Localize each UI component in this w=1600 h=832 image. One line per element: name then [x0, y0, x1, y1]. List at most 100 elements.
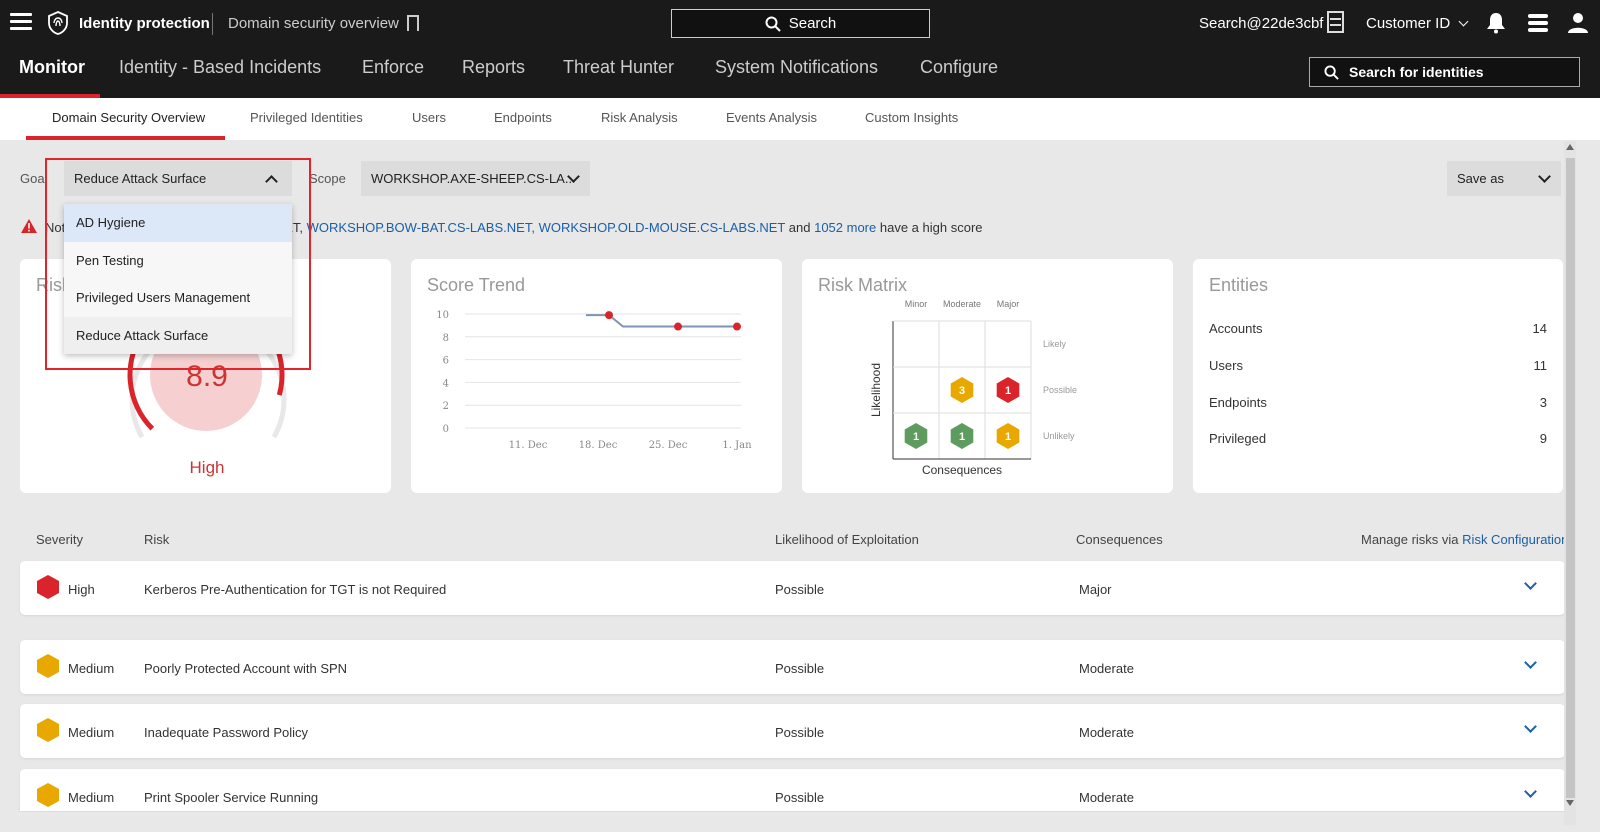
hamburger-menu-icon[interactable] — [10, 13, 32, 34]
nav-reports[interactable]: Reports — [462, 57, 525, 78]
risk-name: Kerberos Pre-Authentication for TGT is n… — [144, 582, 447, 597]
more-domains-link[interactable]: 1052 more — [814, 220, 876, 235]
risk-configuration-link[interactable]: Risk Configuration — [1462, 532, 1568, 547]
trend-y-tick: 0 — [443, 424, 449, 435]
server-icon[interactable] — [1327, 11, 1344, 33]
app-title: Identity protection — [79, 15, 210, 32]
breadcrumb: Domain security overview — [228, 15, 399, 32]
likelihood-value: Possible — [775, 661, 825, 676]
nav-monitor[interactable]: Monitor — [19, 57, 85, 78]
user-profile-icon[interactable] — [1567, 12, 1589, 34]
list-icon[interactable] — [1527, 13, 1549, 33]
save-as-label: Save as — [1457, 171, 1504, 186]
scrollbar-thumb[interactable] — [1566, 158, 1575, 798]
global-search-button[interactable]: Search — [671, 9, 930, 38]
matrix-column-label: Minor — [905, 299, 928, 309]
manage-risks-prefix: Manage risks via — [1361, 532, 1459, 547]
matrix-cell-count: 3 — [959, 385, 965, 397]
consequence-value: Moderate — [1079, 790, 1134, 805]
bookmark-icon[interactable] — [407, 15, 419, 31]
scroll-down-arrow-icon[interactable] — [1566, 800, 1574, 806]
expand-chevron-icon[interactable] — [1524, 577, 1537, 590]
expand-chevron-icon[interactable] — [1524, 656, 1537, 669]
notice-suffix: have a high score — [879, 220, 983, 235]
chevron-down-icon — [1538, 170, 1551, 183]
nav-system-notifications[interactable]: System Notifications — [715, 57, 878, 78]
tab-users[interactable]: Users — [412, 110, 446, 125]
page-footer-gap — [0, 812, 1600, 832]
entity-count: 14 — [1532, 321, 1547, 336]
entity-count: 3 — [1539, 395, 1547, 410]
tab-privileged-identities[interactable]: Privileged Identities — [250, 110, 363, 125]
trend-point[interactable] — [674, 322, 682, 331]
risk-name: Print Spooler Service Running — [144, 790, 319, 805]
chevron-down-icon — [1458, 16, 1469, 27]
matrix-column-label: Major — [997, 299, 1020, 309]
goal-label: Goal — [20, 171, 48, 186]
trend-x-tick: 18. Dec — [579, 440, 618, 451]
table-row[interactable]: High Kerberos Pre-Authentication for TGT… — [20, 561, 1565, 615]
nav-identity-incidents[interactable]: Identity - Based Incidents — [119, 57, 321, 78]
customer-id-dropdown[interactable]: Customer ID — [1366, 15, 1469, 32]
risk-name: Poorly Protected Account with SPN — [144, 661, 348, 676]
domain-link[interactable]: WORKSHOP.BOW-BAT.CS-LABS.NET, — [307, 220, 535, 235]
user-account[interactable]: Search@22de3cbf — [1199, 15, 1323, 32]
entities-card: Entities Accounts 14 Users 11 Endpoints 3 P… — [1193, 259, 1563, 493]
severity-label: High — [68, 582, 95, 597]
matrix-cell-count: 1 — [959, 431, 965, 443]
search-icon — [1324, 64, 1339, 80]
col-likelihood[interactable]: Likelihood of Exploitation — [775, 532, 919, 547]
matrix-y-label: Likelihood — [869, 363, 883, 417]
entity-row-users[interactable]: Users 11 — [1209, 358, 1547, 373]
nav-configure[interactable]: Configure — [920, 57, 998, 78]
tab-domain-security-overview[interactable]: Domain Security Overview — [52, 110, 205, 125]
tab-custom-insights[interactable]: Custom Insights — [865, 110, 958, 125]
matrix-x-label: Consequences — [922, 463, 1002, 477]
tab-active-indicator — [26, 136, 225, 140]
scope-label: Scope — [309, 171, 346, 186]
table-row[interactable]: Medium Print Spooler Service Running Pos… — [20, 769, 1565, 811]
scroll-up-arrow-icon[interactable] — [1566, 144, 1574, 150]
scope-select[interactable]: WORKSHOP.AXE-SHEEP.CS-LA.. — [361, 161, 590, 196]
warning-icon — [21, 219, 37, 233]
domain-link[interactable]: WORKSHOP.OLD-MOUSE.CS-LABS.NET — [539, 220, 786, 235]
entity-label: Accounts — [1209, 321, 1263, 336]
identity-search-input[interactable]: Search for identities — [1309, 57, 1580, 87]
likelihood-value: Possible — [775, 582, 825, 597]
table-row[interactable]: Medium Inadequate Password Policy Possib… — [20, 704, 1565, 758]
bell-icon[interactable] — [1486, 12, 1506, 34]
tab-risk-analysis[interactable]: Risk Analysis — [601, 110, 678, 125]
matrix-column-label: Moderate — [943, 299, 981, 309]
expand-chevron-icon[interactable] — [1524, 720, 1537, 733]
col-severity[interactable]: Severity — [36, 532, 83, 547]
likelihood-value: Possible — [775, 790, 825, 805]
trend-y-tick: 4 — [443, 378, 449, 389]
entity-row-privileged[interactable]: Privileged 9 — [1209, 431, 1547, 446]
nav-threat-hunter[interactable]: Threat Hunter — [563, 57, 674, 78]
entity-count: 11 — [1533, 358, 1548, 373]
save-as-button[interactable]: Save as — [1447, 161, 1561, 196]
trend-point[interactable] — [605, 311, 613, 320]
severity-label: Medium — [68, 725, 115, 740]
expand-chevron-icon[interactable] — [1524, 785, 1537, 798]
matrix-cell-count: 1 — [913, 431, 919, 443]
risk-level: High — [189, 458, 225, 477]
matrix-cell-count: 1 — [1005, 385, 1011, 397]
search-label: Search — [788, 15, 837, 32]
nav-enforce[interactable]: Enforce — [362, 57, 424, 78]
col-consequences[interactable]: Consequences — [1076, 532, 1163, 547]
entity-label: Endpoints — [1209, 395, 1267, 410]
identity-search-placeholder: Search for identities — [1349, 64, 1484, 80]
col-risk[interactable]: Risk — [144, 532, 169, 547]
tab-endpoints[interactable]: Endpoints — [494, 110, 552, 125]
entity-row-endpoints[interactable]: Endpoints 3 — [1209, 395, 1547, 410]
severity-label: Medium — [68, 790, 115, 805]
table-row[interactable]: Medium Poorly Protected Account with SPN… — [20, 640, 1565, 694]
entity-row-accounts[interactable]: Accounts 14 — [1209, 321, 1547, 336]
search-icon — [765, 16, 781, 32]
tab-events-analysis[interactable]: Events Analysis — [726, 110, 817, 125]
entity-count: 9 — [1539, 431, 1547, 446]
trend-y-tick: 8 — [443, 333, 449, 344]
trend-x-tick: 25. Dec — [649, 440, 688, 451]
trend-point[interactable] — [733, 322, 741, 331]
